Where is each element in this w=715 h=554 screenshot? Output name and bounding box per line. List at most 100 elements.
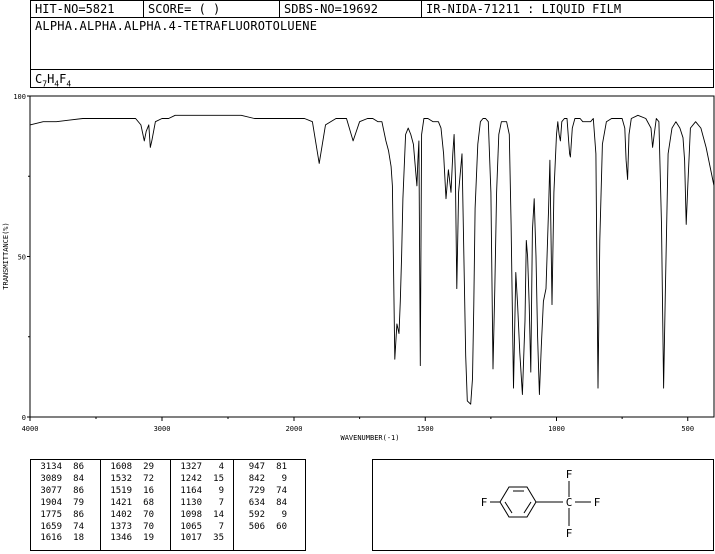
peak-row: 1373 70 (104, 522, 154, 534)
peak-row: 1616 18 (34, 533, 84, 545)
peak-transmittance: 74 (276, 485, 287, 496)
peak-transmittance: 18 (73, 533, 84, 544)
peak-row: 1242 15 (174, 474, 224, 486)
peak-transmittance: 16 (143, 485, 154, 496)
peak-transmittance: 35 (213, 533, 224, 544)
peak-transmittance: 19 (143, 533, 154, 544)
peak-row: 1327 4 (174, 462, 224, 474)
peak-row: 1065 7 (174, 522, 224, 534)
peak-row: 1346 19 (104, 533, 154, 545)
peak-wavenumber: 1519 (110, 485, 132, 496)
x-tick-label: 500 (681, 425, 694, 433)
x-tick-label: 1500 (417, 425, 434, 433)
molecule-structure: F F F F C (481, 468, 601, 540)
peak-row: 506 60 (237, 522, 287, 534)
peak-column: 1608 29 1532 72 1519 16 1421 68 1402 70 1373 70 1346… (104, 462, 154, 545)
peak-transmittance: 79 (73, 497, 84, 508)
peak-wavenumber: 1164 (180, 485, 202, 496)
structure-box: F F F F C (372, 459, 714, 551)
atom-fluorine: F (566, 527, 573, 540)
peak-wavenumber: 3077 (40, 485, 62, 496)
peak-row: 729 74 (237, 486, 287, 498)
peak-row: 3077 86 (34, 486, 84, 498)
peak-row: 1532 72 (104, 474, 154, 486)
peak-row: 1775 86 (34, 510, 84, 522)
peak-transmittance: 7 (218, 521, 224, 532)
ir-spectrum-chart: 4000 3000 2000 1500 1000 500 0 50 100 WAVENUMBE… (2, 93, 715, 442)
peak-row: 634 84 (237, 498, 287, 510)
peak-wavenumber: 1608 (110, 462, 132, 472)
peak-wavenumber: 1346 (110, 533, 132, 544)
peak-wavenumber: 1242 (180, 473, 202, 484)
peak-row: 947 81 (237, 462, 287, 474)
peak-transmittance: 86 (73, 462, 84, 472)
peak-row: 1017 35 (174, 533, 224, 545)
peak-row: 3089 84 (34, 474, 84, 486)
peak-transmittance: 14 (213, 509, 224, 520)
peak-row: 1098 14 (174, 510, 224, 522)
peak-row: 1519 16 (104, 486, 154, 498)
peak-transmittance: 70 (143, 521, 154, 532)
peak-row: 1421 68 (104, 498, 154, 510)
peak-row: 1904 79 (34, 498, 84, 510)
peak-wavenumber: 634 (248, 497, 265, 508)
peak-transmittance: 86 (73, 485, 84, 496)
peak-wavenumber: 3134 (40, 462, 62, 472)
x-tick-label: 2000 (286, 425, 303, 433)
peak-wavenumber: 1421 (110, 497, 132, 508)
peak-row: 3134 86 (34, 462, 84, 474)
peak-column: 3134 86 3089 84 3077 86 1904 79 1775 86 1659 74 1616… (34, 462, 84, 545)
peak-wavenumber: 3089 (40, 473, 62, 484)
y-axis-ticks: 0 50 100 (13, 93, 30, 422)
peak-wavenumber: 592 (248, 509, 265, 520)
peak-column: 1327 4 1242 15 1164 9 1130 7 1098 14 1065 7 1017 35 (174, 462, 224, 545)
peak-transmittance: 9 (281, 473, 287, 484)
peak-transmittance: 68 (143, 497, 154, 508)
peak-wavenumber: 1659 (40, 521, 62, 532)
peak-wavenumber: 842 (248, 473, 265, 484)
peak-wavenumber: 1616 (40, 533, 62, 544)
peak-transmittance: 74 (73, 521, 84, 532)
peak-transmittance: 72 (143, 473, 154, 484)
x-tick-label: 3000 (154, 425, 171, 433)
peak-row: 1130 7 (174, 498, 224, 510)
peak-wavenumber: 1017 (180, 533, 202, 544)
peak-column-divider (100, 460, 101, 550)
peak-row: 1608 29 (104, 462, 154, 474)
peak-transmittance: 70 (143, 509, 154, 520)
peak-row: 1659 74 (34, 522, 84, 534)
peak-transmittance: 7 (218, 497, 224, 508)
y-axis-label: TRANSMITTANCE(%) (2, 222, 10, 289)
x-tick-label: 1000 (548, 425, 565, 433)
peak-wavenumber: 947 (248, 462, 265, 472)
peak-table: 3134 86 3089 84 3077 86 1904 79 1775 86 1659 74 1616… (30, 459, 306, 551)
y-tick-label: 100 (13, 93, 26, 101)
atom-fluorine: F (594, 496, 601, 509)
peak-transmittance: 9 (218, 485, 224, 496)
peak-wavenumber: 1904 (40, 497, 62, 508)
peak-row: 1402 70 (104, 510, 154, 522)
peak-wavenumber: 1130 (180, 497, 202, 508)
atom-fluorine: F (481, 496, 488, 509)
peak-transmittance: 60 (276, 521, 287, 532)
peak-wavenumber: 1402 (110, 509, 132, 520)
x-axis-ticks: 4000 3000 2000 1500 1000 500 (22, 417, 694, 433)
peak-transmittance: 84 (276, 497, 287, 508)
plot-frame (29, 95, 715, 418)
peak-wavenumber: 729 (248, 485, 265, 496)
peak-column-divider (233, 460, 234, 550)
peak-transmittance: 81 (276, 462, 287, 472)
x-tick-label: 4000 (22, 425, 39, 433)
atom-fluorine: F (566, 468, 573, 481)
peak-row: 592 9 (237, 510, 287, 522)
peak-wavenumber: 1098 (180, 509, 202, 520)
peak-transmittance: 4 (218, 462, 224, 472)
peak-row: 842 9 (237, 474, 287, 486)
peak-transmittance: 15 (213, 473, 224, 484)
spectrum-line (29, 114, 715, 405)
peak-wavenumber: 1532 (110, 473, 132, 484)
peak-transmittance: 86 (73, 509, 84, 520)
peak-wavenumber: 1327 (180, 462, 202, 472)
peak-transmittance: 29 (143, 462, 154, 472)
peak-wavenumber: 1775 (40, 509, 62, 520)
